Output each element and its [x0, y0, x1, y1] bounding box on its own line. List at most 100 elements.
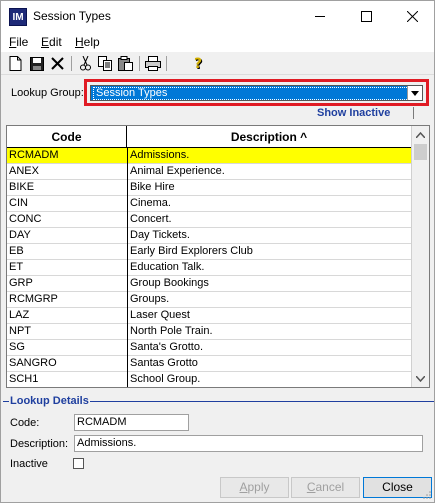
cell-description: Early Bird Explorers Club [130, 245, 253, 257]
cell-code: SG [9, 341, 25, 353]
lookup-group-select[interactable]: Session Types [90, 85, 423, 101]
table-row[interactable]: LAZ Laser Quest [7, 308, 411, 324]
menu-edit[interactable]: Edit [41, 35, 62, 49]
app-logo-icon: IM [9, 8, 27, 26]
column-divider [127, 340, 128, 356]
copy-icon[interactable] [97, 55, 114, 72]
table-row[interactable]: DAY Day Tickets. [7, 228, 411, 244]
grid-body: RCMADM Admissions. ANEX Animal Experience. B… [7, 148, 411, 387]
column-divider [127, 260, 128, 276]
scroll-up-button[interactable] [412, 126, 429, 143]
column-divider [127, 148, 128, 164]
session-types-grid: Code Description ^ RCMADM Admissions. ANEX… [6, 125, 430, 388]
minimize-button[interactable] [297, 1, 343, 32]
lookup-details-legend: Lookup Details [9, 395, 90, 407]
table-row[interactable]: RCMADM Admissions. [7, 148, 411, 164]
table-row[interactable]: NPT North Pole Train. [7, 324, 411, 340]
cell-code: EB [9, 245, 24, 257]
cell-code: GRP [9, 277, 33, 289]
close-icon [406, 11, 418, 22]
maximize-button[interactable] [343, 1, 389, 32]
cell-description: North Pole Train. [130, 325, 213, 337]
table-row[interactable]: RCMGRP Groups. [7, 292, 411, 308]
print-icon[interactable] [144, 55, 161, 72]
cancel-button[interactable]: Cancel [291, 477, 360, 498]
grid-vertical-scrollbar[interactable] [411, 126, 429, 387]
cell-code: DAY [9, 229, 31, 241]
menu-help[interactable]: Help [75, 35, 100, 49]
table-row[interactable]: CONC Concert. [7, 212, 411, 228]
cell-description: Santa's Grotto. [130, 341, 204, 353]
column-divider [127, 324, 128, 340]
show-inactive-label[interactable]: Show Inactive [317, 107, 390, 119]
cell-description: Groups. [130, 293, 170, 305]
svg-text:?: ? [194, 56, 202, 71]
description-field[interactable]: Admissions. [74, 435, 423, 452]
cell-description: Admissions. [130, 149, 190, 161]
chevron-down-icon [411, 90, 419, 96]
session-types-window: IM Session Types File Edit Help ? ? Look… [0, 0, 435, 503]
column-header-code[interactable]: Code [7, 126, 127, 148]
close-window-button[interactable] [389, 1, 435, 32]
table-row[interactable]: SCH1 School Group. [7, 372, 411, 387]
table-row[interactable]: SANGRO Santas Grotto [7, 356, 411, 372]
table-row[interactable]: EB Early Bird Explorers Club [7, 244, 411, 260]
resize-grip-icon[interactable] [422, 490, 432, 500]
cell-code: SCH1 [9, 373, 39, 385]
table-row[interactable]: GRP Group Bookings [7, 276, 411, 292]
cell-code: NPT [9, 325, 31, 337]
save-icon[interactable] [28, 55, 45, 72]
table-row[interactable]: ANEX Animal Experience. [7, 164, 411, 180]
table-row[interactable]: SG Santa's Grotto. [7, 340, 411, 356]
cell-code: ET [9, 261, 24, 273]
dropdown-arrow-button[interactable] [407, 86, 422, 100]
cell-description: Education Talk. [130, 261, 205, 273]
column-header-description[interactable]: Description ^ [127, 126, 411, 148]
toolbar-separator [71, 56, 72, 71]
menu-file[interactable]: File [9, 35, 28, 49]
cell-description: Bike Hire [130, 181, 175, 193]
help-icon[interactable]: ?? [191, 55, 208, 72]
window-title: Session Types [33, 9, 111, 23]
column-divider [127, 372, 128, 387]
cell-description: School Group. [130, 373, 201, 385]
title-bar[interactable]: IM Session Types [1, 1, 434, 32]
cell-code: BIKE [9, 181, 35, 193]
scroll-down-button[interactable] [412, 370, 429, 387]
cell-description: Concert. [130, 213, 172, 225]
column-divider [127, 164, 128, 180]
cell-description: Group Bookings [130, 277, 209, 289]
table-row[interactable]: ET Education Talk. [7, 260, 411, 276]
cell-code: LAZ [9, 309, 30, 321]
inactive-checkbox[interactable] [73, 458, 84, 469]
cell-description: Laser Quest [130, 309, 190, 321]
chevron-up-icon [416, 131, 425, 138]
paste-icon[interactable] [117, 55, 134, 72]
cell-description: Cinema. [130, 197, 171, 209]
cell-description: Animal Experience. [130, 165, 225, 177]
cell-code: SANGRO [9, 357, 57, 369]
show-inactive-checkbox[interactable] [413, 107, 423, 119]
delete-icon[interactable] [49, 55, 66, 72]
apply-button[interactable]: Apply [220, 477, 289, 498]
column-divider [127, 292, 128, 308]
new-document-icon[interactable] [7, 55, 24, 72]
column-divider [127, 308, 128, 324]
description-label: Description: [10, 438, 69, 450]
code-field[interactable]: RCMADM [74, 414, 189, 431]
cell-description: Santas Grotto [130, 357, 198, 369]
column-divider [127, 244, 128, 260]
lookup-group-label: Lookup Group: [11, 87, 84, 99]
inactive-label: Inactive [10, 458, 48, 470]
menu-bar: File Edit Help [1, 32, 434, 52]
cell-description: Day Tickets. [130, 229, 190, 241]
cell-code: RCMGRP [9, 293, 58, 305]
cell-code: CONC [9, 213, 42, 225]
grid-header: Code Description ^ [7, 126, 411, 148]
toolbar: ?? [1, 52, 434, 75]
column-divider [127, 180, 128, 196]
table-row[interactable]: CIN Cinema. [7, 196, 411, 212]
table-row[interactable]: BIKE Bike Hire [7, 180, 411, 196]
cut-icon[interactable] [77, 55, 94, 72]
scroll-thumb[interactable] [414, 144, 427, 160]
